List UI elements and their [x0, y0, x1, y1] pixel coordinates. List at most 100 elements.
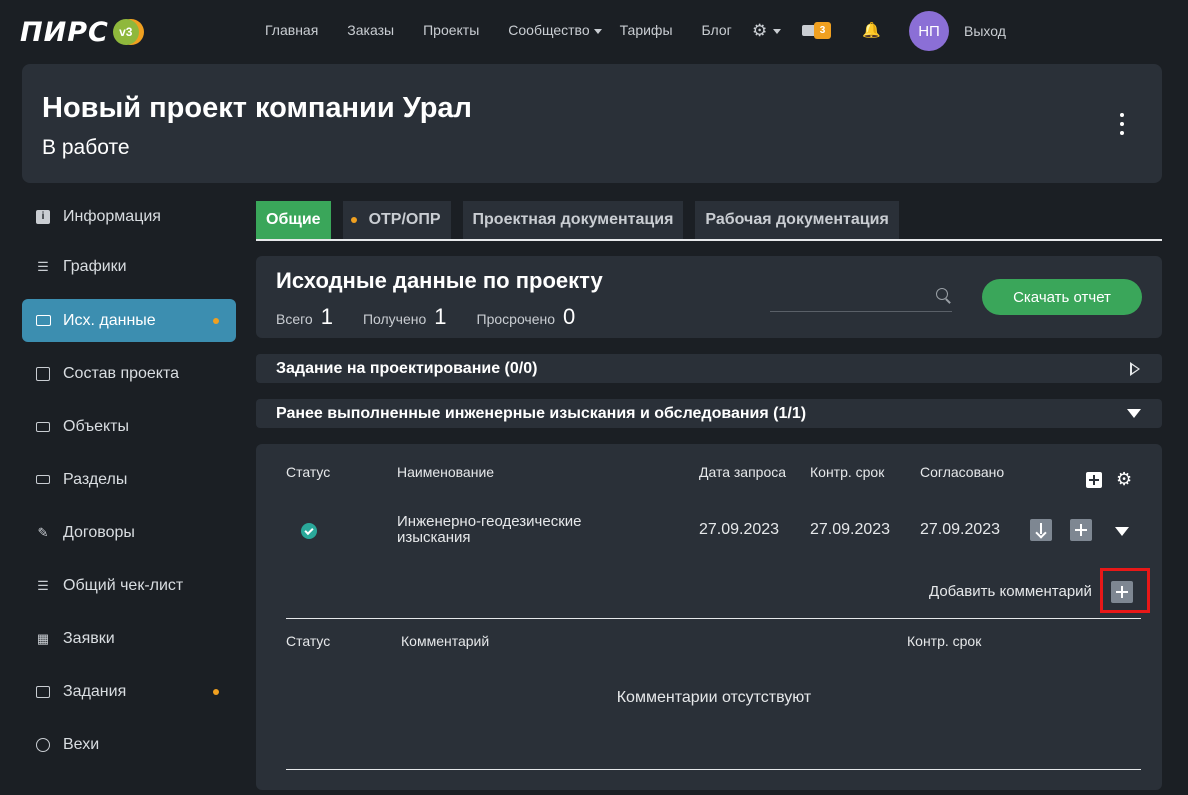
folder-icon	[35, 315, 51, 326]
accordion-title: Ранее выполненные инженерные изыскания и…	[276, 404, 807, 422]
logout-link[interactable]: Выход	[964, 23, 1006, 39]
column-header-request-date: Дата запроса	[699, 464, 787, 480]
row-name: Инженерно-геодезические изыскания	[397, 513, 582, 546]
overdue-label: Просрочено	[476, 311, 556, 327]
sidebar-item-label: Вехи	[63, 735, 100, 753]
bell-icon[interactable]: 🔔	[862, 21, 881, 39]
gantt-icon: ☰	[37, 258, 49, 274]
messages-button[interactable]: 3	[802, 22, 832, 42]
sections-icon	[36, 475, 50, 484]
sidebar-item-label: Задания	[63, 682, 127, 700]
accordion-previous-surveys[interactable]: Ранее выполненные инженерные изыскания и…	[256, 399, 1162, 428]
check-circle-icon	[36, 737, 50, 752]
row-deadline: 27.09.2023	[810, 521, 891, 538]
notification-dot	[213, 688, 219, 695]
project-header: Новый проект компании Урал В работе	[22, 64, 1162, 183]
divider	[286, 618, 1141, 619]
comment-header-deadline: Контр. срок	[907, 633, 982, 649]
row-request-date: 27.09.2023	[699, 521, 780, 538]
nav-link-projects[interactable]: Проекты	[423, 22, 479, 38]
no-comments-message: Комментарии отсутствуют	[616, 689, 812, 706]
add-comment-label[interactable]: Добавить комментарий	[929, 583, 1092, 600]
plus-icon	[1075, 524, 1087, 536]
status-done-icon	[301, 523, 317, 539]
nav-link-pricing[interactable]: Тарифы	[620, 22, 673, 38]
tab-otr-opr[interactable]: ОТР/ОПР	[342, 201, 451, 239]
search-icon[interactable]	[936, 288, 950, 302]
overdue-value: 0	[563, 304, 576, 329]
sidebar-item-project-composition[interactable]: Состав проекта	[22, 352, 236, 395]
tab-bar: Общие ОТР/ОПР Проектная документация Раб…	[256, 201, 1162, 241]
sidebar-item-label: Состав проекта	[63, 364, 180, 382]
settings-menu[interactable]: ⚙	[752, 21, 782, 41]
sidebar-item-label: Разделы	[63, 470, 128, 488]
sidebar-item-label: Информация	[63, 207, 161, 225]
accordion-title: Задание на проектирование (0/0)	[276, 359, 538, 377]
column-header-status: Статус	[286, 464, 331, 480]
column-header-deadline: Контр. срок	[810, 464, 885, 480]
sidebar-item-schedules[interactable]: ☰ Графики	[22, 248, 236, 285]
gear-icon: ⚙	[752, 21, 768, 40]
sidebar-item-label: Договоры	[63, 523, 135, 541]
tab-working-documentation[interactable]: Рабочая документация	[695, 201, 899, 239]
layers-icon	[36, 421, 50, 432]
logo-text: ПИРС	[20, 16, 109, 48]
expand-arrow-icon	[1130, 362, 1140, 376]
column-header-name: Наименование	[397, 464, 495, 480]
grid-icon: ▦	[36, 630, 50, 646]
section-title: Исходные данные по проекту	[276, 268, 603, 293]
sidebar-item-milestones[interactable]: Вехи	[22, 723, 236, 766]
sidebar-item-label: Исх. данные	[63, 311, 156, 329]
sidebar-item-label: Объекты	[63, 417, 129, 435]
tab-general[interactable]: Общие	[256, 201, 331, 239]
received-value: 1	[434, 304, 447, 329]
nav-link-community[interactable]: Сообщество	[508, 22, 602, 38]
pen-icon: ✎	[37, 524, 49, 540]
sidebar-item-information[interactable]: i Информация	[22, 195, 236, 238]
logo[interactable]: ПИРС v3	[20, 16, 139, 48]
add-file-button[interactable]	[1070, 519, 1092, 541]
info-icon: i	[36, 209, 50, 224]
table-settings-gear-icon[interactable]: ⚙	[1116, 470, 1132, 488]
tab-project-documentation[interactable]: Проектная документация	[462, 201, 684, 239]
sidebar: i Информация ☰ Графики Исх. данные Соста…	[22, 195, 236, 776]
documents-table: Статус Наименование Дата запроса Контр. …	[256, 444, 1162, 790]
nav-link-home[interactable]: Главная	[265, 22, 318, 38]
highlight-box	[1100, 568, 1150, 613]
sidebar-item-requests[interactable]: ▦ Заявки	[22, 617, 236, 660]
row-expand-caret-icon[interactable]	[1115, 527, 1129, 536]
sidebar-item-contracts[interactable]: ✎ Договоры	[22, 511, 236, 554]
summary-card: Исходные данные по проекту Всего 1 Получ…	[256, 256, 1162, 338]
sidebar-item-source-data[interactable]: Исх. данные	[22, 299, 236, 342]
add-row-button[interactable]	[1086, 472, 1102, 488]
column-header-approved: Согласовано	[920, 464, 1005, 480]
search-input[interactable]	[770, 286, 952, 312]
nav-link-blog[interactable]: Блог	[702, 22, 732, 38]
page-title: Новый проект компании Урал	[42, 92, 472, 124]
messages-count-badge: 3	[814, 22, 831, 39]
received-label: Получено	[362, 311, 427, 327]
sidebar-item-checklist[interactable]: ☰ Общий чек-лист	[22, 564, 236, 607]
arrow-down-icon	[1035, 523, 1047, 537]
sidebar-item-label: Общий чек-лист	[63, 576, 184, 594]
tab-label: ОТР/ОПР	[368, 211, 441, 228]
tasks-icon	[36, 685, 50, 698]
divider	[286, 769, 1141, 770]
chevron-down-icon	[773, 28, 782, 34]
avatar[interactable]: НП	[909, 11, 949, 51]
more-options-button[interactable]	[1115, 113, 1129, 135]
nav-link-orders[interactable]: Заказы	[347, 22, 394, 38]
download-button[interactable]	[1030, 519, 1052, 541]
plus-icon	[1089, 475, 1099, 485]
row-approved: 27.09.2023	[920, 521, 1001, 538]
download-report-button[interactable]: Скачать отчет	[982, 279, 1142, 315]
sidebar-item-objects[interactable]: Объекты	[22, 405, 236, 448]
accordion-design-assignment[interactable]: Задание на проектирование (0/0)	[256, 354, 1162, 383]
version-badge: v3	[112, 19, 139, 45]
notification-dot	[213, 317, 219, 324]
comment-header-status: Статус	[286, 633, 331, 649]
project-status: В работе	[42, 136, 130, 159]
collapse-arrow-icon	[1127, 409, 1141, 418]
sidebar-item-sections[interactable]: Разделы	[22, 458, 236, 501]
sidebar-item-tasks[interactable]: Задания	[22, 670, 236, 713]
